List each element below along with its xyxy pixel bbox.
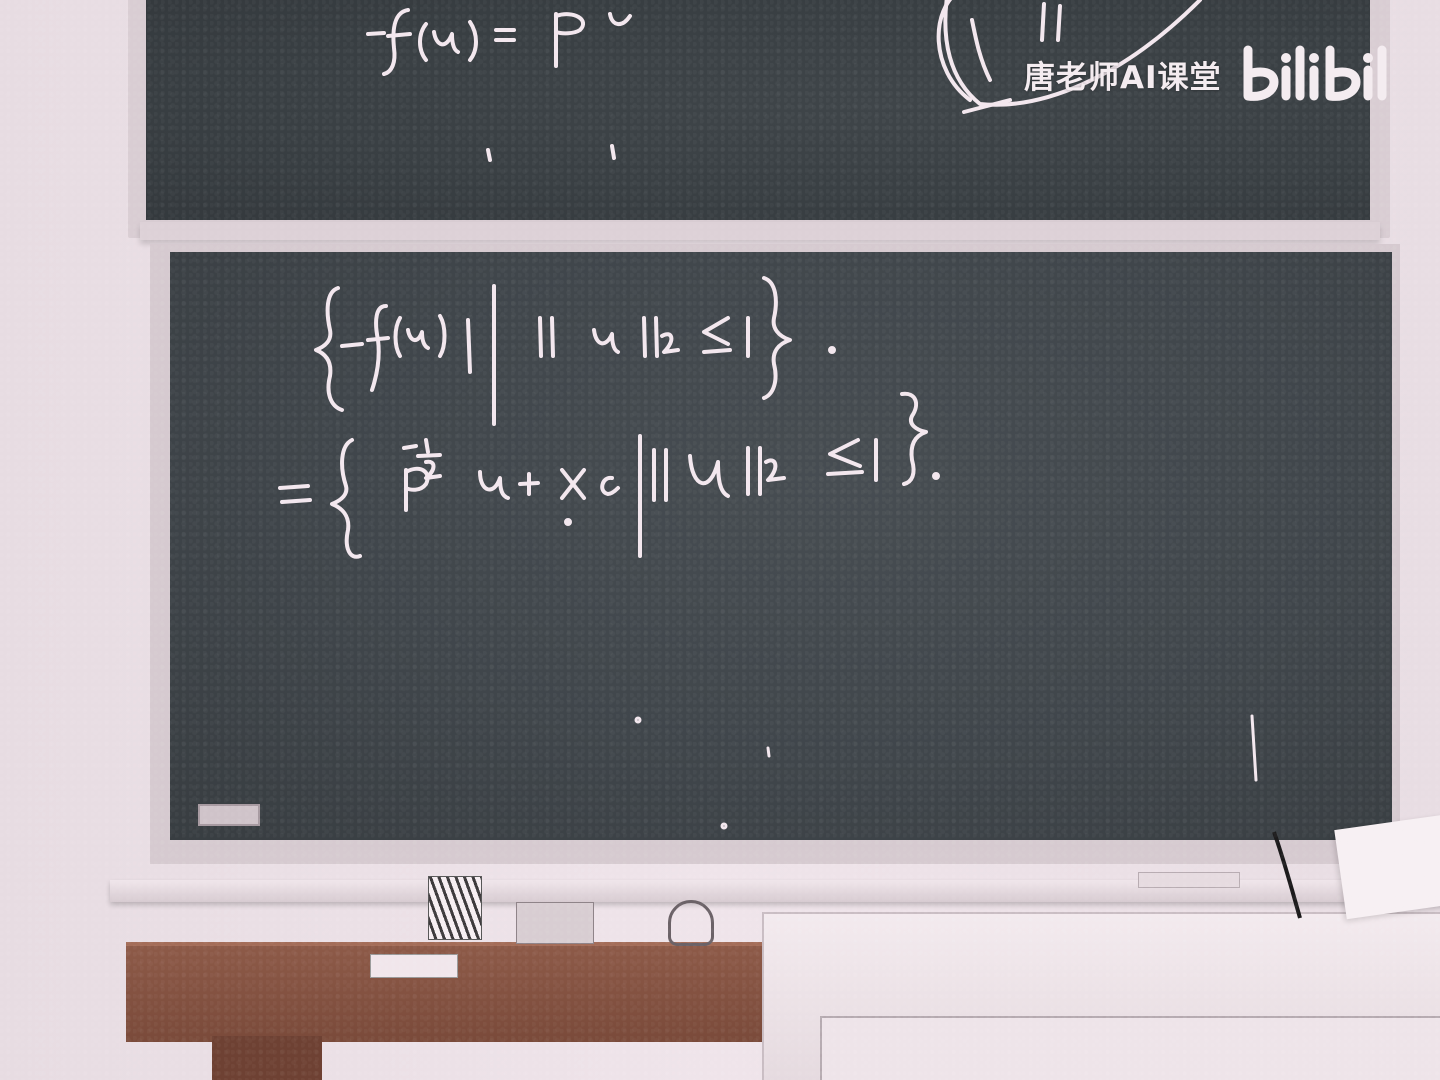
table-leg: [212, 1036, 322, 1080]
formula-line-1-strokes: [314, 276, 836, 426]
desk-gadget: [428, 876, 482, 940]
chalk-tray: [110, 880, 1440, 902]
table-sticker: [370, 954, 458, 978]
video-watermark: 唐老师AI课堂 bilibili: [1024, 44, 1390, 104]
chalk-dust-marks: [634, 714, 1258, 830]
desk-box: [516, 902, 594, 944]
bilibili-logo: bilibili: [1240, 44, 1390, 104]
desk-clip: [668, 900, 714, 946]
classroom-scene: 唐老师AI课堂 bilibili: [0, 0, 1440, 1080]
formula-line-2-strokes: [278, 391, 940, 559]
podium-drawer: [820, 1016, 1440, 1080]
channel-name-text: 唐老师AI课堂: [1024, 59, 1222, 96]
black-cable: [1272, 831, 1302, 919]
paper-sheet: [1334, 814, 1440, 920]
tray-light-switch: [1138, 872, 1240, 888]
bilibili-logo-icon: [1243, 45, 1387, 101]
